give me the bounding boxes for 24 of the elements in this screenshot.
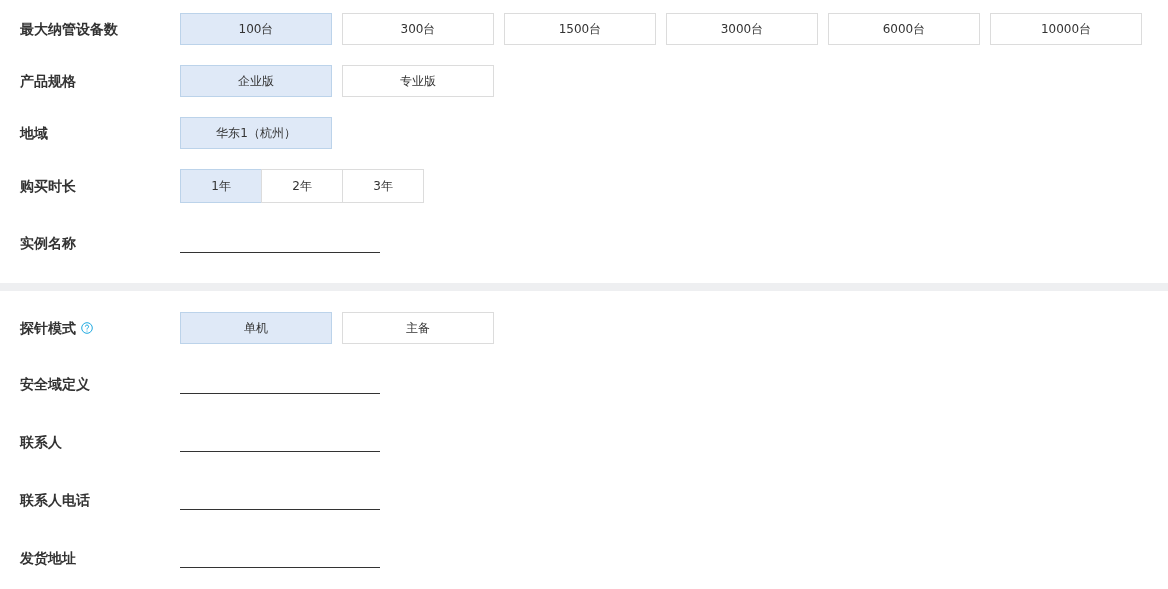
option-button[interactable]: 3年	[342, 169, 424, 203]
field-label: 购买时长	[20, 177, 76, 196]
option-button[interactable]: 2年	[261, 169, 343, 203]
field-label: 发货地址	[20, 549, 76, 568]
field-label: 产品规格	[20, 72, 76, 91]
option-button[interactable]: 华东1（杭州）	[180, 117, 332, 149]
option-button[interactable]: 100台	[180, 13, 332, 45]
field-label: 地域	[20, 124, 48, 143]
field-label: 安全域定义	[20, 375, 90, 394]
field-label: 联系人	[20, 433, 62, 452]
option-button[interactable]: 6000台	[828, 13, 980, 45]
option-button[interactable]: 主备	[342, 312, 494, 344]
option-button[interactable]: 企业版	[180, 65, 332, 97]
field-label: 最大纳管设备数	[20, 20, 118, 39]
option-button[interactable]: 10000台	[990, 13, 1142, 45]
option-button[interactable]: 专业版	[342, 65, 494, 97]
option-button[interactable]: 3000台	[666, 13, 818, 45]
option-button[interactable]: 1500台	[504, 13, 656, 45]
field-label: 实例名称	[20, 234, 76, 253]
option-button[interactable]: 300台	[342, 13, 494, 45]
field-label: 探针模式	[20, 319, 76, 338]
field-label: 联系人电话	[20, 491, 90, 510]
option-button[interactable]: 1年	[180, 169, 262, 203]
option-button[interactable]: 单机	[180, 312, 332, 344]
